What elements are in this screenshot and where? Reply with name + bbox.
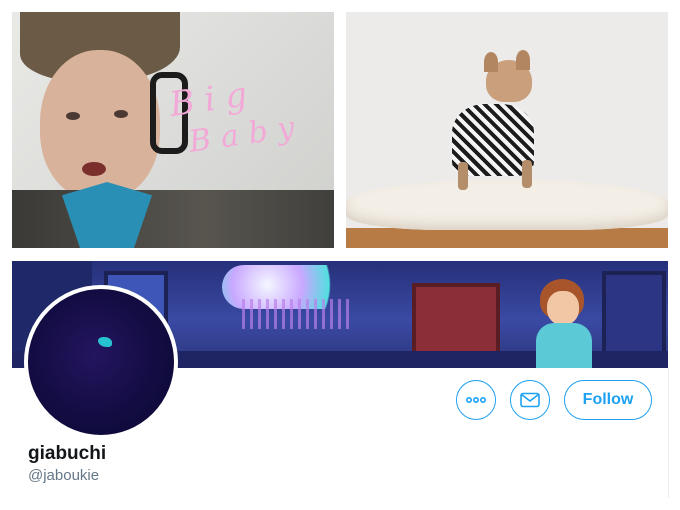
envelope-icon [520, 392, 540, 408]
banner-glitch-drip [242, 299, 352, 329]
profile-avatar[interactable] [24, 285, 178, 439]
display-name: giabuchi [28, 443, 107, 464]
more-options-button[interactable] [456, 380, 496, 420]
dog-ear [484, 52, 498, 72]
eye-shape [114, 110, 128, 118]
mouth-shape [82, 162, 106, 176]
ellipsis-icon [466, 397, 486, 403]
user-handle: @jaboukie [28, 467, 100, 484]
jacket-shape [12, 190, 334, 248]
big-baby-album-photo[interactable]: Big Baby [12, 12, 334, 248]
follow-button[interactable]: Follow [564, 380, 652, 420]
fur-rug [346, 180, 668, 230]
dog-leg [522, 160, 532, 188]
banner-character-shirt [536, 323, 592, 368]
banner-character-face [547, 291, 579, 325]
face-shape [40, 50, 160, 200]
eye-shape [66, 112, 80, 120]
avatar-speck [98, 337, 112, 347]
big-baby-overlay-text: Big Baby [167, 67, 307, 164]
wood-floor [346, 228, 668, 248]
dog-in-sweater-photo[interactable] [346, 12, 668, 248]
dog-leg [458, 162, 468, 190]
message-button[interactable] [510, 380, 550, 420]
dog-ear [516, 50, 530, 70]
